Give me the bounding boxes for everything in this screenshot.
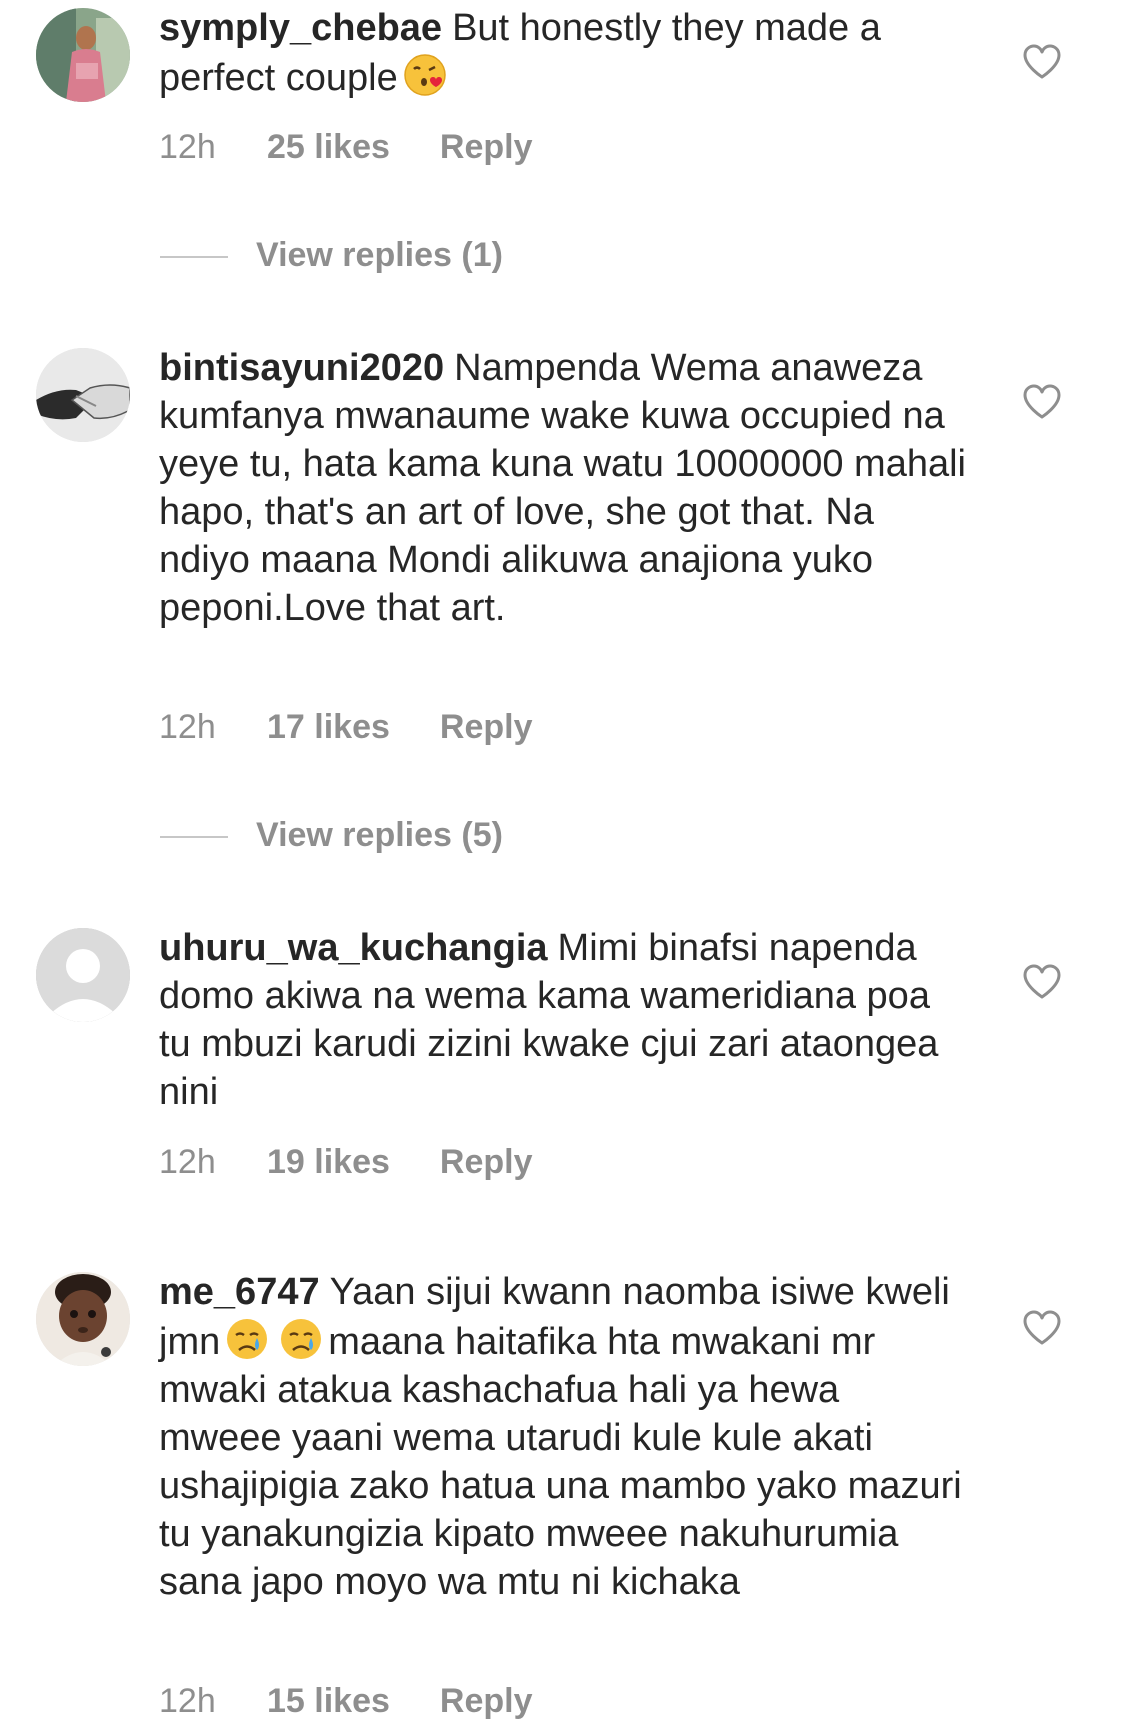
view-replies-button[interactable]: View replies (5) [160, 816, 503, 855]
avatar[interactable] [36, 348, 130, 442]
likes-count[interactable]: 15 likes [267, 1682, 390, 1721]
view-replies-label: View replies (5) [256, 816, 503, 854]
comment-text: me_6747 Yaan sijui kwann naomba isiwe kwe… [159, 1268, 969, 1606]
username[interactable]: bintisayuni2020 [159, 347, 444, 389]
comment-meta: 12h 19 likes Reply [159, 1143, 532, 1182]
avatar[interactable] [36, 8, 130, 102]
avatar-photo-icon [36, 8, 130, 102]
timestamp: 12h [159, 128, 216, 166]
comment-text: uhuru_wa_kuchangia Mimi binafsi napenda d… [159, 924, 969, 1116]
timestamp: 12h [159, 1143, 216, 1181]
view-replies-label: View replies (1) [256, 236, 503, 274]
avatar[interactable] [36, 928, 130, 1022]
default-avatar-icon [36, 928, 130, 1022]
reply-button[interactable]: Reply [440, 128, 533, 167]
avatar[interactable] [36, 1272, 130, 1366]
likes-count[interactable]: 17 likes [267, 708, 390, 747]
comment-body: Nampenda Wema anaweza kumfanya mwanaume … [159, 347, 966, 629]
comment-body-end: maana haitafika hta mwakani mr mwaki ata… [159, 1321, 962, 1603]
like-heart-icon[interactable] [1022, 384, 1062, 420]
like-heart-icon[interactable] [1022, 1310, 1062, 1346]
timestamp: 12h [159, 708, 216, 746]
reply-button[interactable]: Reply [440, 1682, 533, 1721]
comment-text: bintisayuni2020 Nampenda Wema anaweza kum… [159, 344, 969, 632]
child-avatar-icon [36, 1272, 130, 1366]
handshake-avatar-icon [36, 348, 130, 442]
username[interactable]: uhuru_wa_kuchangia [159, 927, 548, 969]
replies-divider-line [160, 256, 228, 259]
kissing-face-heart-emoji [402, 52, 448, 98]
comment-meta: 12h 25 likes Reply [159, 128, 532, 167]
like-heart-icon[interactable] [1022, 964, 1062, 1000]
likes-count[interactable]: 19 likes [267, 1143, 390, 1182]
timestamp: 12h [159, 1682, 216, 1720]
crying-face-emoji [224, 1316, 270, 1362]
likes-count[interactable]: 25 likes [267, 128, 390, 167]
like-heart-icon[interactable] [1022, 44, 1062, 80]
comment-meta: 12h 17 likes Reply [159, 708, 532, 747]
username[interactable]: symply_chebae [159, 7, 442, 49]
crying-face-emoji [278, 1316, 324, 1362]
reply-button[interactable]: Reply [440, 1143, 533, 1182]
comment-text: symply_chebae But honestly they made a pe… [159, 4, 969, 102]
username[interactable]: me_6747 [159, 1271, 320, 1313]
view-replies-button[interactable]: View replies (1) [160, 236, 503, 275]
replies-divider-line [160, 836, 228, 839]
reply-button[interactable]: Reply [440, 708, 533, 747]
comment-meta: 12h 15 likes Reply [159, 1682, 532, 1721]
